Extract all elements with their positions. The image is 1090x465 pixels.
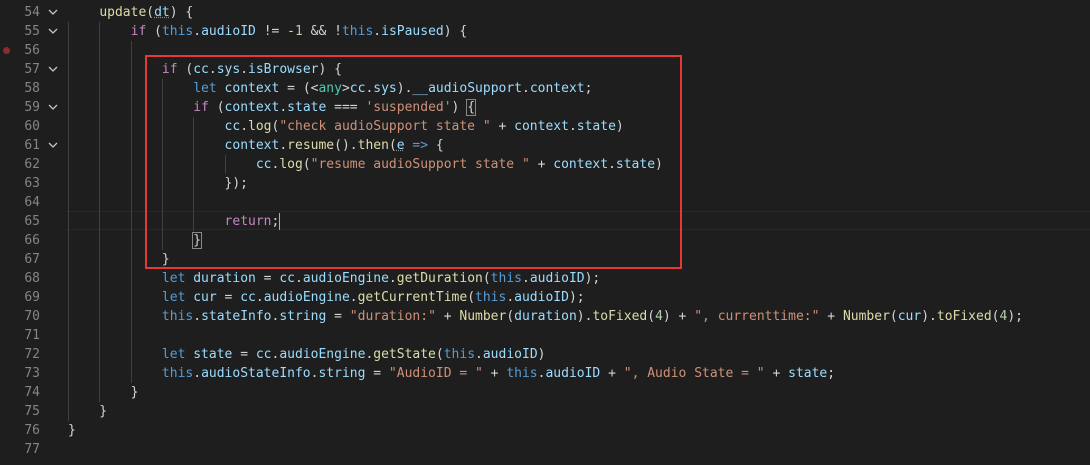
line-number: 61 <box>24 138 40 153</box>
line-number: 68 <box>24 271 40 286</box>
line-number: 77 <box>24 442 40 457</box>
code-text: let duration = cc.audioEngine.getDuratio… <box>161 271 601 286</box>
line-number: 58 <box>24 81 40 96</box>
line-number: 73 <box>24 366 40 381</box>
code-text: this.stateInfo.string = "duration:" + Nu… <box>161 309 1023 324</box>
chevron-down-icon[interactable] <box>46 3 60 22</box>
line-number: 60 <box>24 119 40 134</box>
code-line[interactable]: 69 let cur = cc.audioEngine.getCurrentTi… <box>0 288 1090 307</box>
line-number: 74 <box>24 385 40 400</box>
line-number: 66 <box>24 233 40 248</box>
line-number: 71 <box>24 328 40 343</box>
code-line[interactable]: 77 <box>0 440 1090 459</box>
code-editor[interactable]: 54 update(dt) {55 if (this.audioID != -1… <box>0 0 1090 465</box>
line-number: 54 <box>24 5 40 20</box>
code-text: } <box>68 404 108 419</box>
annotation-red-box <box>145 55 682 269</box>
line-number: 72 <box>24 347 40 362</box>
line-number: 65 <box>24 214 40 229</box>
line-number: 62 <box>24 157 40 172</box>
code-line[interactable]: 75 } <box>0 402 1090 421</box>
line-number: 70 <box>24 309 40 324</box>
code-line[interactable]: 73 this.audioStateInfo.string = "AudioID… <box>0 364 1090 383</box>
chevron-down-icon[interactable] <box>46 22 60 41</box>
line-number: 76 <box>24 423 40 438</box>
line-number: 57 <box>24 62 40 77</box>
chevron-down-icon[interactable] <box>46 136 60 155</box>
line-number: 59 <box>24 100 40 115</box>
chevron-down-icon[interactable] <box>46 98 60 117</box>
code-text: let cur = cc.audioEngine.getCurrentTime(… <box>161 290 585 305</box>
code-text: if (this.audioID != -1 && !this.isPaused… <box>130 24 468 39</box>
line-number: 67 <box>24 252 40 267</box>
code-text: let state = cc.audioEngine.getState(this… <box>161 347 546 362</box>
line-number: 69 <box>24 290 40 305</box>
code-line[interactable]: 70 this.stateInfo.string = "duration:" +… <box>0 307 1090 326</box>
line-number: 64 <box>24 195 40 210</box>
code-line[interactable]: 54 update(dt) { <box>0 3 1090 22</box>
line-number: 56 <box>24 43 40 58</box>
line-number: 63 <box>24 176 40 191</box>
code-text: this.audioStateInfo.string = "AudioID = … <box>161 366 836 381</box>
code-text: } <box>68 385 139 400</box>
line-number: 55 <box>24 24 40 39</box>
code-text: update(dt) { <box>99 5 194 20</box>
line-number: 75 <box>24 404 40 419</box>
code-line[interactable]: 55 if (this.audioID != -1 && !this.isPau… <box>0 22 1090 41</box>
code-line[interactable]: 68 let duration = cc.audioEngine.getDura… <box>0 269 1090 288</box>
code-line[interactable]: 76} <box>0 421 1090 440</box>
code-line[interactable]: 71 <box>0 326 1090 345</box>
code-line[interactable]: 74 } <box>0 383 1090 402</box>
code-line[interactable]: 72 let state = cc.audioEngine.getState(t… <box>0 345 1090 364</box>
chevron-down-icon[interactable] <box>46 60 60 79</box>
code-text: } <box>68 423 76 438</box>
